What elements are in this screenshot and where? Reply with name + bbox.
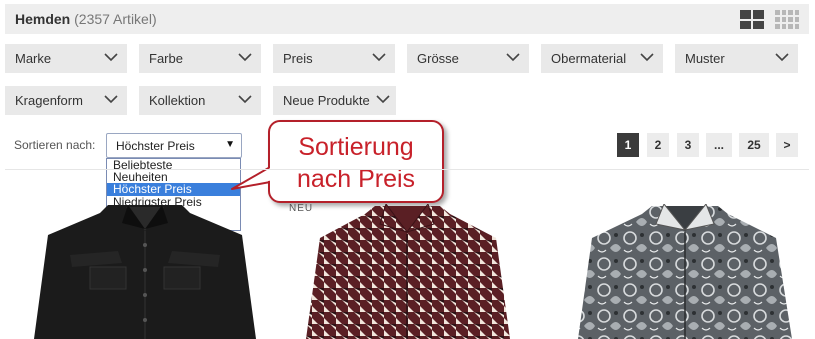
- callout-line-2: nach Preis: [296, 165, 416, 193]
- page-25-button[interactable]: 25: [739, 133, 769, 157]
- callout-line-1: Sortierung: [298, 133, 414, 161]
- page-3-button[interactable]: 3: [677, 133, 699, 157]
- page-ellipsis: ...: [706, 133, 732, 157]
- divider: [5, 169, 809, 170]
- annotation-callout: Sortierung nach Preis: [268, 120, 444, 203]
- product-image-grey-baroque-shirt[interactable]: [570, 204, 800, 339]
- page-2-button[interactable]: 2: [647, 133, 669, 157]
- product-image-burgundy-shirt[interactable]: [300, 204, 515, 339]
- page-1-button[interactable]: 1: [617, 133, 639, 157]
- next-page-button[interactable]: >: [776, 133, 798, 157]
- product-image-black-shirt[interactable]: [30, 205, 260, 339]
